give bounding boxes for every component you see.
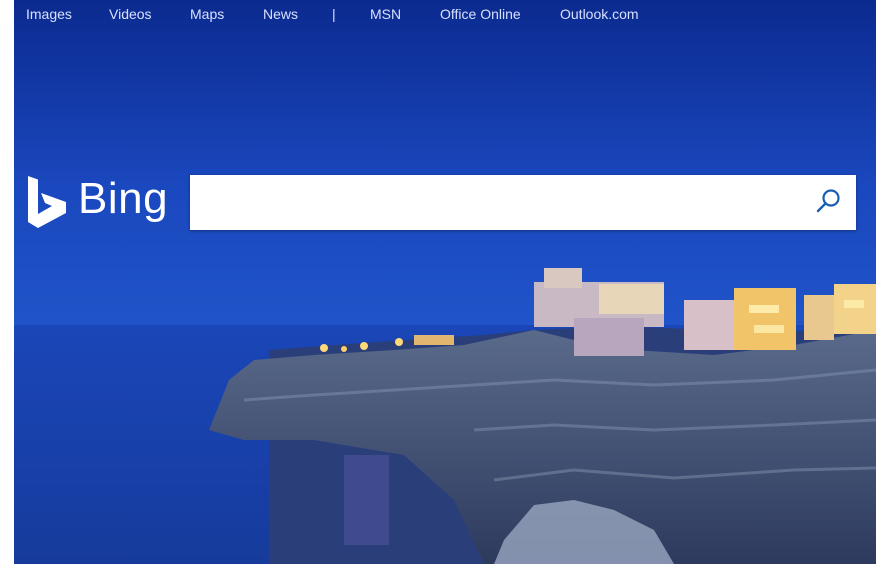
search-icon — [816, 189, 840, 213]
nav-separator: | — [332, 6, 336, 22]
bing-homepage: Images Videos Maps News | MSN Office Onl… — [14, 0, 876, 564]
nav-link-images[interactable]: Images — [26, 6, 72, 22]
nav-link-outlook[interactable]: Outlook.com — [560, 6, 639, 22]
nav-link-maps[interactable]: Maps — [190, 6, 224, 22]
nav-link-videos[interactable]: Videos — [109, 6, 152, 22]
bing-b-icon — [28, 176, 66, 228]
bing-logo-text: Bing — [78, 174, 169, 223]
search-input[interactable] — [202, 185, 796, 221]
nav-link-office-online[interactable]: Office Online — [440, 6, 521, 22]
nav-link-msn[interactable]: MSN — [370, 6, 401, 22]
nav-link-news[interactable]: News — [263, 6, 298, 22]
bing-logo[interactable]: Bing — [26, 172, 196, 232]
search-button[interactable] — [812, 185, 846, 219]
top-navigation: Images Videos Maps News | MSN Office Onl… — [14, 0, 876, 28]
background-image — [14, 0, 876, 564]
search-box — [190, 175, 856, 230]
